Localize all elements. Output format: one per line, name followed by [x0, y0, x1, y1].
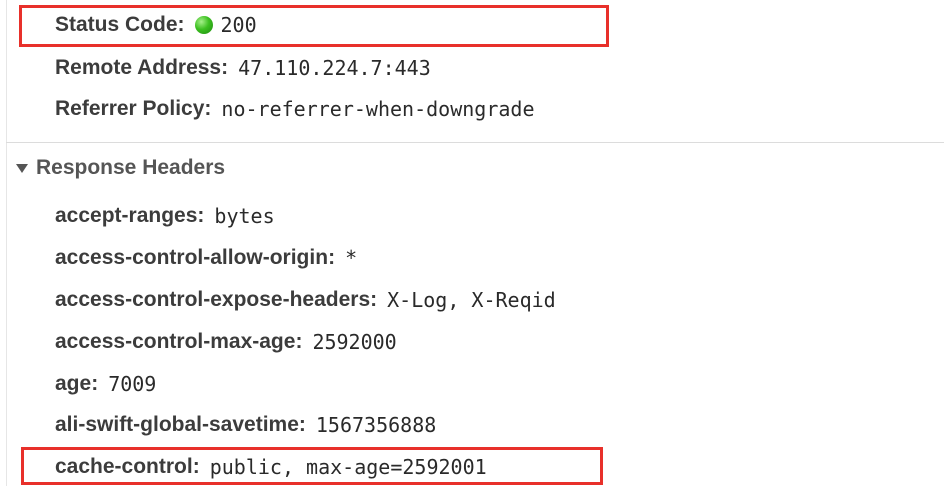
header-value: * — [345, 246, 358, 270]
colon: : — [221, 56, 229, 79]
response-headers-title: Response Headers — [36, 156, 226, 179]
header-value: 1567356888 — [315, 413, 437, 437]
colon: : — [328, 246, 336, 269]
header-row: age: 7009 — [55, 368, 156, 400]
annotation-box-status — [19, 5, 609, 47]
header-row: access-control-allow-origin: * — [55, 242, 357, 274]
remote-address-value: 47.110.224.7:443 — [238, 56, 431, 80]
remote-address-row: Remote Address: 47.110.224.7:443 — [55, 52, 431, 84]
header-key: accept-ranges — [55, 204, 198, 227]
header-key: ali-swift-global-savetime — [55, 413, 299, 436]
section-divider — [6, 142, 944, 143]
header-value: 7009 — [108, 372, 157, 396]
header-key: access-control-expose-headers — [55, 288, 371, 311]
header-row: accept-ranges: bytes — [55, 200, 275, 232]
annotation-box-cache-control — [21, 447, 603, 485]
colon: : — [295, 330, 303, 353]
disclosure-triangle-icon — [16, 163, 28, 173]
colon: : — [197, 204, 205, 227]
referrer-policy-row: Referrer Policy: no-referrer-when-downgr… — [55, 93, 535, 125]
response-headers-toggle[interactable]: Response Headers — [16, 152, 225, 184]
colon: : — [298, 413, 306, 436]
header-key: age — [55, 372, 92, 395]
header-row: access-control-expose-headers: X-Log, X-… — [55, 284, 556, 316]
referrer-policy-key: Referrer Policy — [55, 97, 205, 120]
panel-left-border — [6, 0, 7, 486]
colon: : — [204, 97, 212, 120]
header-value: X-Log, X-Reqid — [387, 288, 556, 312]
remote-address-key: Remote Address — [55, 56, 222, 79]
referrer-policy-value: no-referrer-when-downgrade — [221, 97, 535, 121]
header-value: 2592000 — [312, 330, 397, 354]
header-row: ali-swift-global-savetime: 1567356888 — [55, 409, 436, 441]
header-row: access-control-max-age: 2592000 — [55, 326, 397, 358]
colon: : — [91, 372, 99, 395]
header-key: access-control-max-age — [55, 330, 296, 353]
header-key: access-control-allow-origin — [55, 246, 329, 269]
colon: : — [370, 288, 378, 311]
header-value: bytes — [214, 204, 275, 228]
